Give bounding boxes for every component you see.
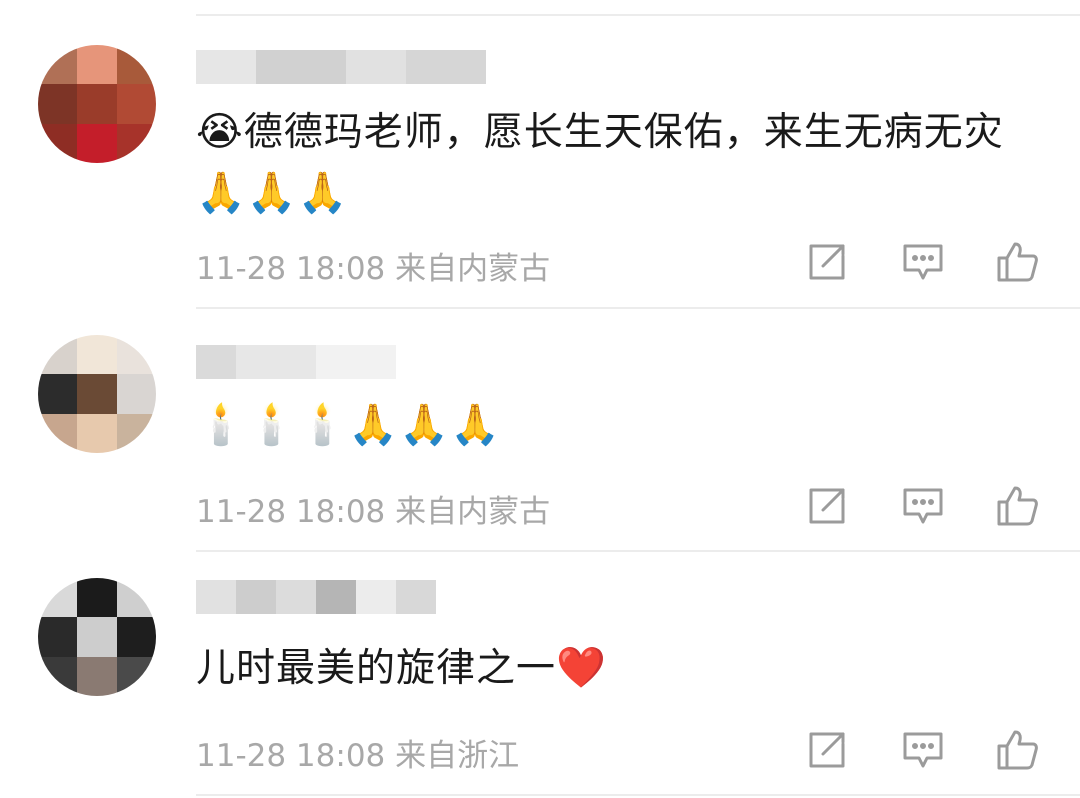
comment-meta: 11-28 18:08 来自内蒙古 xyxy=(196,243,550,288)
crying-emoji: 😭 xyxy=(196,109,244,155)
share-button[interactable] xyxy=(805,240,849,284)
like-button[interactable] xyxy=(995,728,1039,772)
share-icon xyxy=(809,244,845,280)
share-icon xyxy=(809,732,845,768)
candle-pray-emoji: 🕯️🕯️🕯️🙏🙏🙏 xyxy=(196,402,501,448)
comment-divider xyxy=(196,550,1080,552)
pray-emoji: 🙏🙏🙏 xyxy=(196,170,349,216)
like-icon xyxy=(997,730,1038,770)
comment-button[interactable] xyxy=(901,240,945,284)
location: 来自内蒙古 xyxy=(395,494,551,530)
share-icon xyxy=(809,488,845,524)
comment-actions xyxy=(805,728,1045,772)
comment-icon xyxy=(903,732,943,768)
username-blurred[interactable] xyxy=(196,345,396,379)
timestamp: 11-28 18:08 xyxy=(196,738,386,774)
bottom-divider xyxy=(196,794,1080,796)
like-button[interactable] xyxy=(995,240,1039,284)
comment-text: 😭德德玛老师，愿长生天保佑，来生无病无灾🙏🙏🙏 xyxy=(196,109,1004,216)
timestamp: 11-28 18:08 xyxy=(196,251,386,287)
avatar[interactable] xyxy=(38,335,156,453)
location: 来自浙江 xyxy=(395,738,520,774)
like-button[interactable] xyxy=(995,484,1039,528)
heart-emoji: ❤️ xyxy=(556,645,607,691)
comment-actions xyxy=(805,240,1045,284)
comment-meta: 11-28 18:08 来自浙江 xyxy=(196,730,519,775)
like-icon xyxy=(997,486,1038,526)
comment-button[interactable] xyxy=(901,484,945,528)
comment-icon xyxy=(903,244,943,280)
comment-icon xyxy=(903,488,943,524)
like-icon xyxy=(997,242,1038,282)
share-button[interactable] xyxy=(805,728,849,772)
timestamp: 11-28 18:08 xyxy=(196,494,386,530)
comment-text: 儿时最美的旋律之一❤️ xyxy=(196,645,607,691)
comment-button[interactable] xyxy=(901,728,945,772)
comment-text: 🕯️🕯️🕯️🙏🙏🙏 xyxy=(196,395,1020,456)
comment-divider xyxy=(196,307,1080,309)
share-button[interactable] xyxy=(805,484,849,528)
avatar[interactable] xyxy=(38,45,156,163)
username-blurred[interactable] xyxy=(196,580,436,614)
location: 来自内蒙古 xyxy=(395,251,551,287)
comment-meta: 11-28 18:08 来自内蒙古 xyxy=(196,486,550,531)
username-blurred[interactable] xyxy=(196,50,486,84)
top-divider xyxy=(196,14,1080,16)
avatar[interactable] xyxy=(38,578,156,696)
comment-actions xyxy=(805,484,1045,528)
